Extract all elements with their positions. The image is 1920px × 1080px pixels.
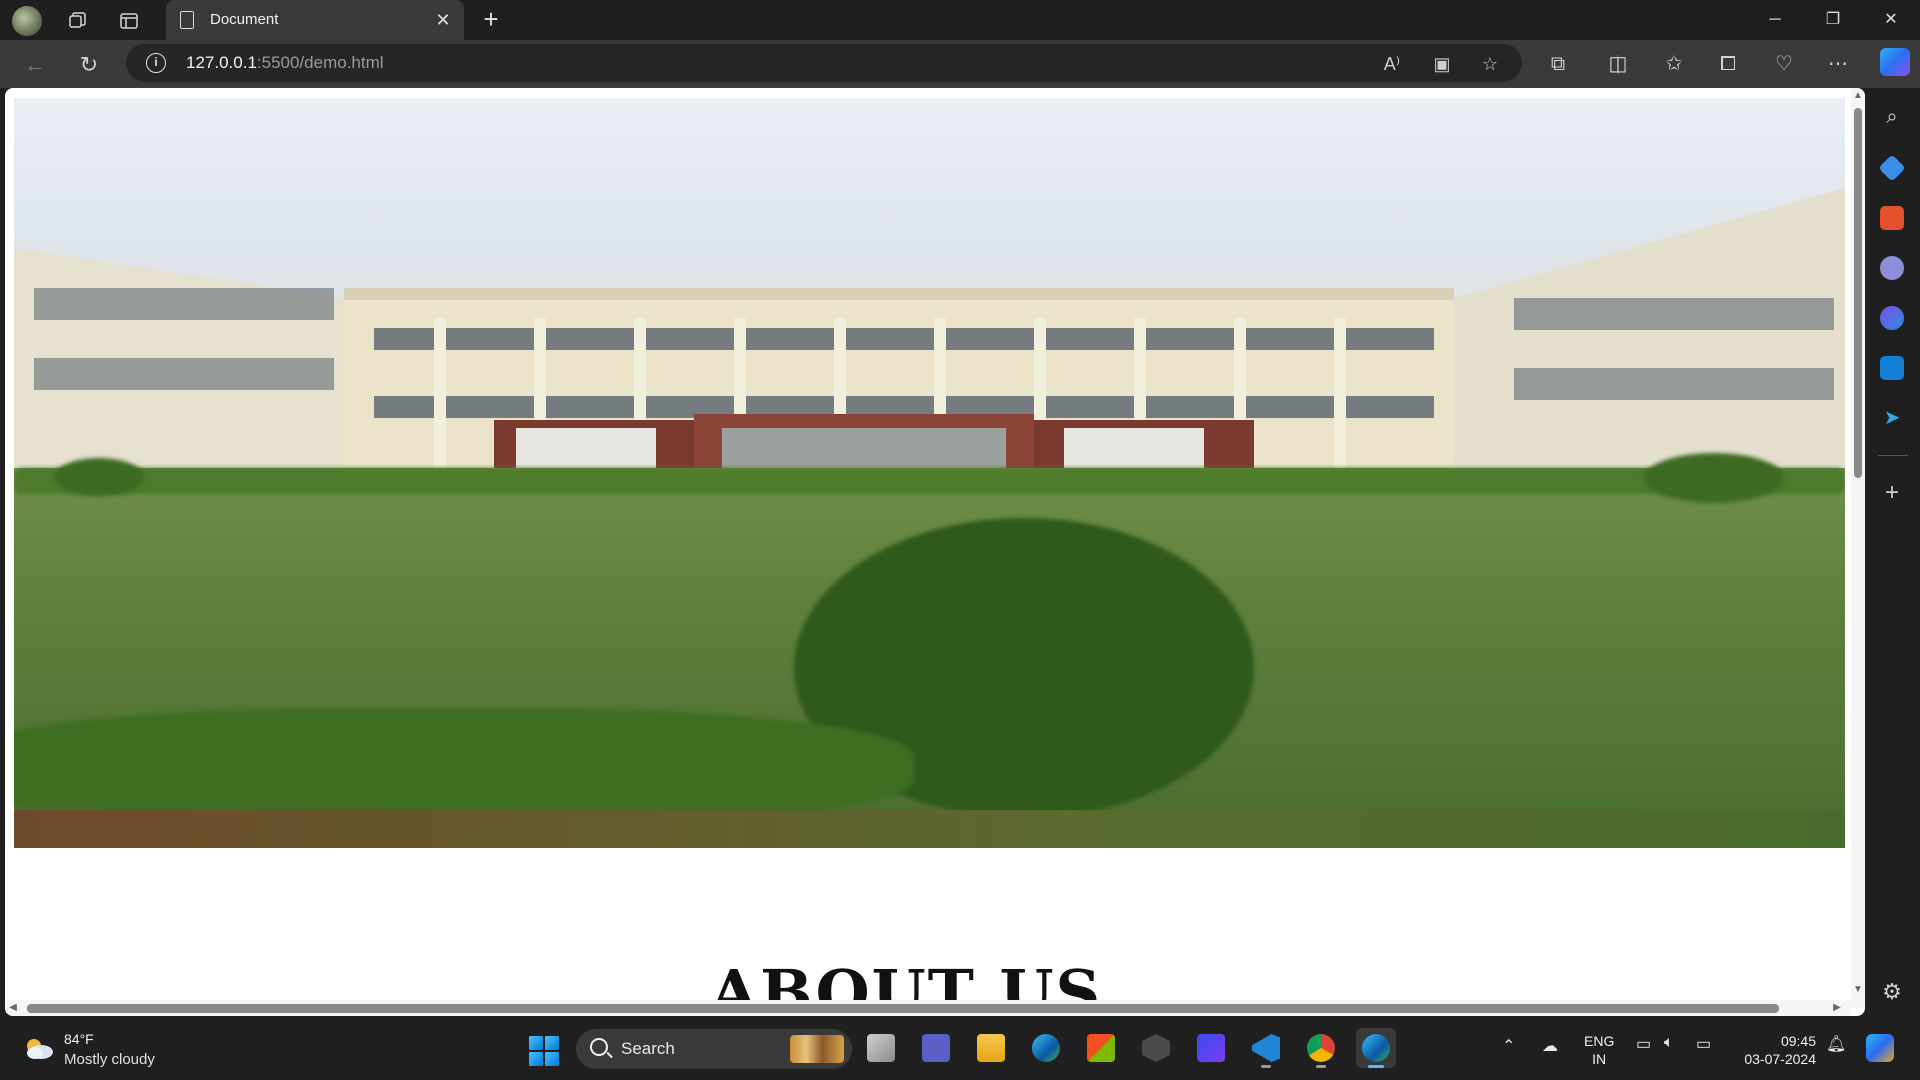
- tab-title: Document: [210, 11, 279, 28]
- chrome-icon[interactable]: [1301, 1028, 1341, 1068]
- college-building: [14, 188, 1845, 488]
- tab-document[interactable]: Document ✕: [166, 0, 464, 40]
- new-tab-button[interactable]: +: [478, 6, 504, 33]
- battery-icon[interactable]: ▭: [1696, 1034, 1711, 1054]
- system-clock[interactable]: 09:45 03-07-2024: [1736, 1032, 1816, 1068]
- hedge-row: [14, 468, 1845, 494]
- hero-soil: [14, 810, 1845, 848]
- edge-icon[interactable]: [1026, 1028, 1066, 1068]
- star-icon[interactable]: ☆: [1478, 52, 1502, 76]
- file-explorer-icon[interactable]: [971, 1028, 1011, 1068]
- more-icon[interactable]: ⋯: [1824, 50, 1852, 78]
- unity-icon[interactable]: [1136, 1028, 1176, 1068]
- campus-hero-image: [14, 98, 1845, 848]
- tools-icon[interactable]: [1880, 206, 1904, 230]
- shrub: [54, 458, 144, 496]
- shopping-tag-icon[interactable]: [1878, 154, 1906, 182]
- microsoft-store-icon[interactable]: [1081, 1028, 1121, 1068]
- address-bar[interactable]: i 127.0.0.1:5500/demo.html A⁾ ▣ ☆: [126, 44, 1522, 82]
- horizontal-scrollbar[interactable]: ◀ ▶: [5, 1000, 1851, 1016]
- network-icon[interactable]: ▭: [1636, 1034, 1651, 1054]
- search-glass-icon: [590, 1038, 608, 1056]
- vertical-scrollbar[interactable]: ▲ ▼: [1851, 88, 1865, 1008]
- edge-sidebar: ⌕ ➤ + ⚙: [1866, 88, 1920, 1016]
- teams-icon[interactable]: [916, 1028, 956, 1068]
- split-screen-icon[interactable]: ◫: [1604, 50, 1632, 78]
- close-window-button[interactable]: ✕: [1868, 6, 1914, 34]
- workspaces-icon[interactable]: [64, 8, 90, 34]
- scroll-left-icon[interactable]: ◀: [7, 1002, 19, 1014]
- tab-actions-icon[interactable]: [116, 8, 142, 34]
- vscode-icon[interactable]: [1246, 1028, 1286, 1068]
- edge-active-icon[interactable]: [1356, 1028, 1396, 1068]
- games-icon[interactable]: [1880, 256, 1904, 280]
- refresh-icon[interactable]: ↻: [74, 50, 104, 80]
- immersive-reader-icon[interactable]: ▣: [1430, 52, 1454, 76]
- scroll-up-icon[interactable]: ▲: [1852, 90, 1864, 102]
- sidebar-divider: [1878, 455, 1908, 456]
- taskbar-search[interactable]: Search: [576, 1029, 852, 1069]
- cloudy-weather-icon[interactable]: [22, 1036, 54, 1060]
- browser-essentials-icon[interactable]: ♡: [1770, 50, 1798, 78]
- profile-avatar[interactable]: [12, 6, 42, 36]
- ide-icon[interactable]: [1191, 1028, 1231, 1068]
- favorites-icon[interactable]: ✩: [1660, 50, 1688, 78]
- search-icon[interactable]: ⌕: [1880, 106, 1904, 130]
- url-text[interactable]: 127.0.0.1:5500/demo.html: [186, 53, 384, 73]
- notification-bell-icon[interactable]: 🔔︎: [1826, 1034, 1846, 1054]
- puzzle-icon[interactable]: ⧉: [1544, 50, 1572, 78]
- send-icon[interactable]: ➤: [1880, 406, 1904, 430]
- copilot-taskbar-icon[interactable]: [1866, 1034, 1894, 1062]
- task-view-icon[interactable]: [861, 1028, 901, 1068]
- onedrive-icon[interactable]: ☁: [1542, 1036, 1558, 1056]
- scroll-down-icon[interactable]: ▼: [1852, 984, 1864, 996]
- show-hidden-icons-chevron-icon[interactable]: ⌃: [1502, 1036, 1515, 1056]
- horizontal-scroll-thumb[interactable]: [27, 1004, 1779, 1013]
- sidebar-settings-icon[interactable]: ⚙: [1880, 980, 1904, 1004]
- vertical-scroll-thumb[interactable]: [1854, 108, 1862, 478]
- info-icon[interactable]: i: [146, 53, 166, 73]
- scroll-right-icon[interactable]: ▶: [1831, 1002, 1843, 1014]
- shrub: [1644, 453, 1784, 503]
- document-icon: [180, 11, 194, 29]
- weather-description[interactable]: Mostly cloudy: [64, 1051, 155, 1068]
- add-sidebar-app-icon[interactable]: +: [1880, 481, 1904, 506]
- microsoft-365-icon[interactable]: [1880, 306, 1904, 330]
- language-indicator[interactable]: ENG IN: [1584, 1032, 1614, 1068]
- navigation-bar: ← ↻ i 127.0.0.1:5500/demo.html A⁾ ▣ ☆ ⧉ …: [0, 40, 1920, 88]
- outlook-icon[interactable]: [1880, 356, 1904, 380]
- search-label: Search: [621, 1039, 675, 1058]
- volume-icon[interactable]: 🔈︎: [1664, 1034, 1674, 1052]
- title-bar: Document ✕ + ─ ❐ ✕: [0, 0, 1920, 40]
- taskbar: 84°F Mostly cloudy Search ⌃ ☁ ENG IN ▭ 🔈…: [0, 1016, 1920, 1080]
- close-tab-icon[interactable]: ✕: [432, 9, 454, 31]
- collections-icon[interactable]: ⧠: [1714, 50, 1742, 78]
- search-highlight-image: [790, 1035, 844, 1063]
- read-aloud-icon[interactable]: A⁾: [1380, 52, 1404, 76]
- copilot-icon[interactable]: [1880, 48, 1910, 76]
- web-viewport: ABOUT US ▲ ▼ ◀ ▶: [5, 88, 1865, 1016]
- restore-button[interactable]: ❐: [1810, 6, 1856, 34]
- weather-temperature[interactable]: 84°F: [64, 1031, 94, 1047]
- start-button[interactable]: [529, 1036, 559, 1066]
- minimize-button[interactable]: ─: [1752, 6, 1798, 34]
- back-icon[interactable]: ←: [20, 50, 50, 80]
